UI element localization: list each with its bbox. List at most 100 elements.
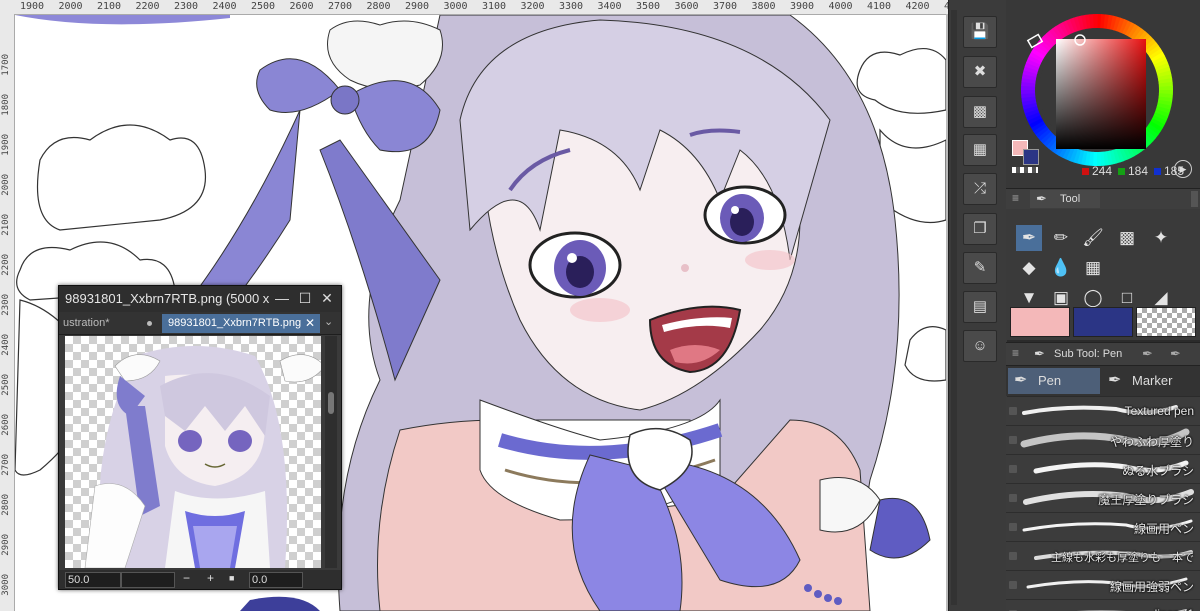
ruler-tick-label: 2600 bbox=[289, 1, 314, 12]
ruler-tick-label: 2900 bbox=[405, 1, 430, 12]
blend-tool-icon[interactable]: 💧 bbox=[1048, 255, 1074, 281]
decoration-tool-icon[interactable]: ✦ bbox=[1148, 225, 1174, 251]
zoom-field[interactable]: 50.0 bbox=[65, 572, 121, 588]
brush-item[interactable]: 主線も水彩も厚塗りも一本で bbox=[1006, 542, 1200, 571]
ruler-tick-label: 3900 bbox=[790, 1, 815, 12]
minimize-icon[interactable]: — bbox=[274, 290, 290, 306]
maximize-icon[interactable]: ☐ bbox=[297, 290, 313, 306]
ruler-tick-label: 2300 bbox=[174, 1, 199, 12]
tab-close-icon[interactable]: ✕ bbox=[305, 316, 315, 330]
ruler-tick-label: 1900 bbox=[1, 134, 11, 156]
brush-list[interactable]: Textured pen やわふわ厚塗り ぬる水ブラシ 魔王厚塗りブラシ 線画用… bbox=[1006, 397, 1200, 611]
ruler-tick-label: 2100 bbox=[1, 214, 11, 236]
brush-item[interactable]: 線画用ペン bbox=[1006, 513, 1200, 542]
transparency-icon[interactable]: ▩ bbox=[963, 96, 997, 128]
navigator-title: 98931801_Xxbrn7RTB.png (5000 x bbox=[65, 291, 270, 306]
pen-tab-icon: ✒ bbox=[1036, 191, 1047, 206]
ruler-tick-label: 3300 bbox=[559, 1, 584, 12]
main-drawing-color[interactable] bbox=[1010, 307, 1070, 337]
clear-icon[interactable]: ✖ bbox=[963, 56, 997, 88]
ruler-tick-label: 2200 bbox=[135, 1, 160, 12]
ruler-tick-label: 2400 bbox=[212, 1, 237, 12]
tool-tab[interactable]: ✒ Tool bbox=[1030, 190, 1100, 208]
tab-list-chevron-icon[interactable]: ⌄ bbox=[324, 315, 333, 328]
tab-reference-image[interactable]: 98931801_Xxbrn7RTB.png bbox=[162, 314, 320, 333]
navigator-scrollbar[interactable] bbox=[325, 336, 337, 568]
ruler-tick-label: 2300 bbox=[1, 294, 11, 316]
pencil-tool-icon[interactable]: ✏ bbox=[1048, 225, 1074, 251]
brush-tool-icon[interactable]: 🖌 bbox=[1080, 225, 1106, 251]
transparent-color[interactable] bbox=[1136, 307, 1196, 337]
brush-item[interactable]: 魔王厚塗りブラシ bbox=[1006, 484, 1200, 513]
brush-item[interactable]: Textured pen bbox=[1006, 397, 1200, 426]
ruler-tick-label: 4200 bbox=[905, 1, 930, 12]
close-icon[interactable]: ✕ bbox=[319, 290, 335, 306]
panel-menu-icon[interactable]: ≡ bbox=[1012, 346, 1019, 360]
tab-marker-label: Marker bbox=[1132, 373, 1173, 388]
sub-drawing-color[interactable] bbox=[1073, 307, 1133, 337]
sub-color-swatch[interactable] bbox=[1023, 149, 1039, 165]
material-icon[interactable]: ▤ bbox=[963, 291, 997, 323]
ruler-tick-label: 2600 bbox=[1, 414, 11, 436]
tool-panel-header[interactable]: ≡ ✒ Tool bbox=[1006, 188, 1200, 210]
brush-tab-icon-2[interactable]: ✒ bbox=[1170, 346, 1181, 362]
zoom-in-button[interactable]: + bbox=[207, 571, 214, 585]
ruler-tick-label: 2100 bbox=[97, 1, 122, 12]
ruler-tick-label: 2000 bbox=[58, 1, 83, 12]
blue-value: 185 bbox=[1164, 164, 1185, 178]
ruler-tick-label: 3800 bbox=[751, 1, 776, 12]
brush-item[interactable]: 線画用強弱ペン bbox=[1006, 571, 1200, 600]
marker-icon: ✒ bbox=[1108, 372, 1122, 389]
transparent-swatch[interactable] bbox=[1012, 167, 1038, 173]
rotation-field[interactable]: 0.0 bbox=[249, 572, 303, 588]
reset-zoom-icon[interactable]: ■ bbox=[229, 573, 234, 583]
pen-icon: ✒ bbox=[1014, 372, 1028, 389]
ruler-tick-label: 3200 bbox=[520, 1, 545, 12]
panel-scroll-up[interactable] bbox=[1191, 191, 1198, 207]
person-icon[interactable]: ☺ bbox=[963, 330, 997, 362]
green-swatch bbox=[1118, 168, 1125, 175]
pen-tool-icon[interactable]: ✒ bbox=[1016, 225, 1042, 251]
transform-icon[interactable]: ⤮ bbox=[963, 173, 997, 205]
navigator-preview[interactable] bbox=[65, 336, 321, 568]
ruler-tick-label: 3500 bbox=[636, 1, 661, 12]
red-value: 244 bbox=[1092, 164, 1113, 178]
brush-item[interactable]: lineart1 bbox=[1006, 600, 1200, 611]
fill-tool-icon[interactable]: ▦ bbox=[1080, 255, 1106, 281]
ruler-tick-label: 3000 bbox=[443, 1, 468, 12]
command-bar: 💾 ✖ ▩ ▦ ⤮ ❐ ✎ ▤ ☺ bbox=[948, 0, 1007, 611]
color-wheel-panel[interactable]: ▶ bbox=[1006, 0, 1200, 188]
ruler-tick-label: 2700 bbox=[328, 1, 353, 12]
unsaved-dot-icon bbox=[147, 321, 152, 326]
ruler-tick-label: 1700 bbox=[1, 54, 11, 76]
ruler-tick-label: 2700 bbox=[1, 454, 11, 476]
airbrush-tool-icon[interactable]: ▩ bbox=[1114, 225, 1140, 251]
tab-pen[interactable]: ✒ Pen bbox=[1008, 368, 1100, 394]
tab-illustration[interactable]: ustration* bbox=[63, 314, 153, 333]
sub-tool-group-tabs: ✒ Pen ✒ Marker bbox=[1006, 366, 1200, 396]
edit-icon[interactable]: ✎ bbox=[963, 252, 997, 284]
eraser-tool-icon[interactable]: ◆ bbox=[1016, 255, 1042, 281]
brush-item[interactable]: ぬる水ブラシ bbox=[1006, 455, 1200, 484]
brush-item[interactable]: やわふわ厚塗り bbox=[1006, 426, 1200, 455]
navigator-window[interactable]: 98931801_Xxbrn7RTB.png (5000 x — ☐ ✕ ust… bbox=[58, 285, 342, 590]
ruler-snap-icon[interactable]: ▦ bbox=[963, 134, 997, 166]
ruler-tick-label: 3600 bbox=[674, 1, 699, 12]
tab-marker[interactable]: ✒ Marker bbox=[1104, 368, 1196, 394]
save-icon[interactable]: 💾 bbox=[963, 16, 997, 48]
layer-copy-icon[interactable]: ❐ bbox=[963, 213, 997, 245]
ruler-tick-label: 2800 bbox=[366, 1, 391, 12]
brush-tab-icon[interactable]: ✒ bbox=[1142, 346, 1153, 362]
navigator-titlebar[interactable]: 98931801_Xxbrn7RTB.png (5000 x — ☐ ✕ bbox=[59, 286, 341, 312]
panel-menu-icon[interactable]: ≡ bbox=[1012, 191, 1019, 205]
sub-tool-panel-header[interactable]: ≡ ✒ Sub Tool: Pen ✒ ✒ bbox=[1006, 342, 1200, 366]
ruler-tick-label: 3700 bbox=[713, 1, 738, 12]
command-bar-scrollbar[interactable] bbox=[951, 10, 957, 605]
canvas-area[interactable]: 1900 2000 2100 2200 2300 2400 2500 2600 2700 2800… bbox=[0, 0, 948, 611]
ruler-tick-label: 3100 bbox=[482, 1, 507, 12]
ruler-tick-label: 1800 bbox=[1, 94, 11, 116]
zoom-slider[interactable] bbox=[121, 572, 175, 588]
zoom-out-button[interactable]: − bbox=[183, 571, 190, 585]
ruler-tick-label: 3000 bbox=[1, 574, 11, 596]
ruler-tick-label: 3400 bbox=[597, 1, 622, 12]
